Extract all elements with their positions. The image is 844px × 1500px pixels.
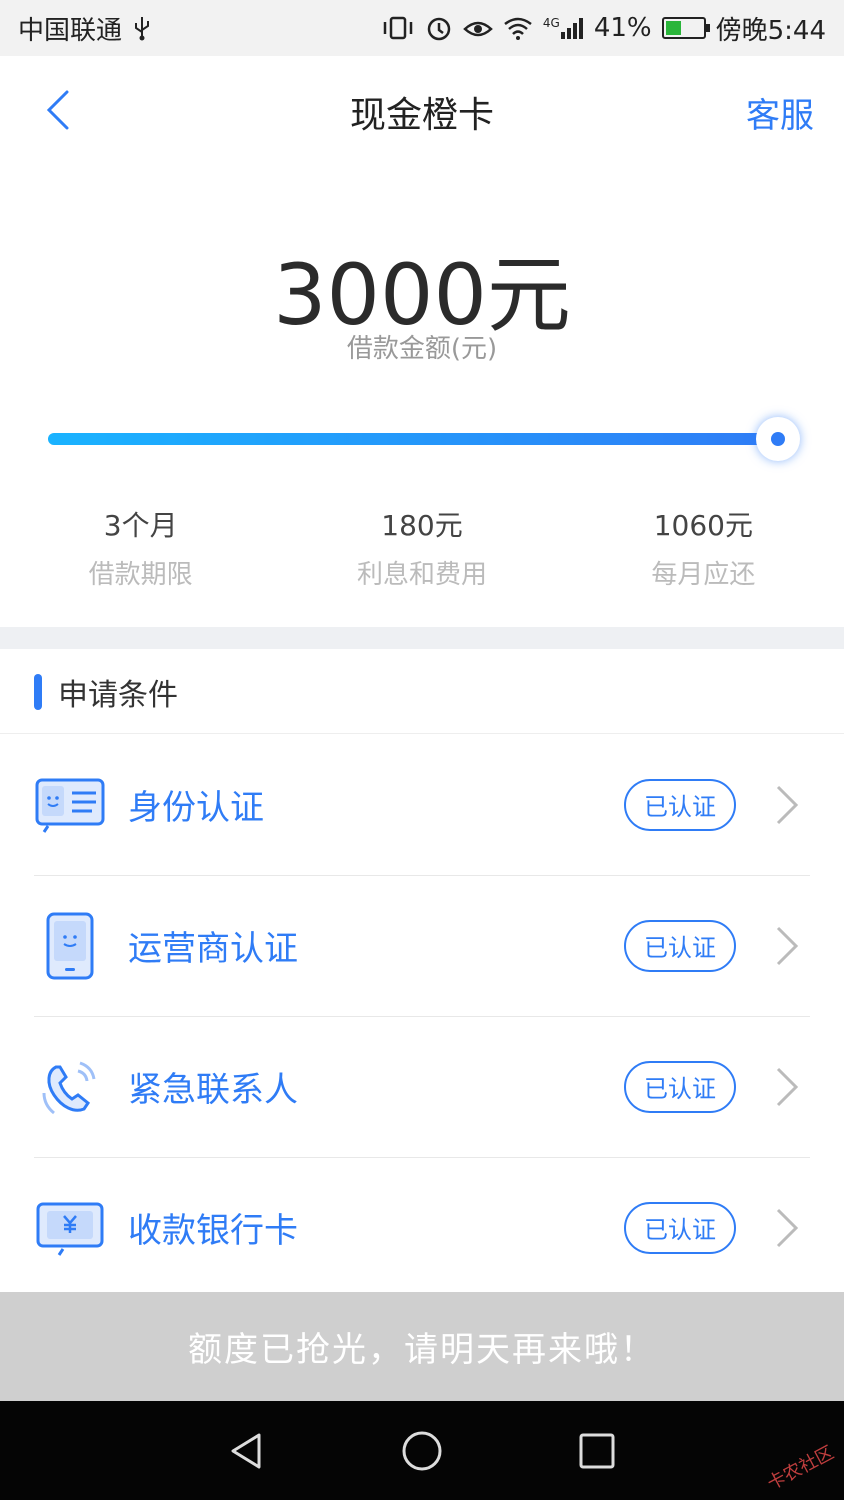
phone-icon xyxy=(34,910,106,982)
amount-slider[interactable] xyxy=(48,412,800,466)
section-divider xyxy=(0,627,844,649)
verified-badge: 已认证 xyxy=(624,919,736,972)
stat-label: 利息和费用 xyxy=(356,560,487,590)
stat-value: 180元 xyxy=(381,509,463,542)
conditions-list: 身份认证 已认证 运营商认证 已认证 紧急联系人 已认证 收款银行卡 已认证 xyxy=(0,734,844,1298)
id-card-icon xyxy=(34,769,106,841)
chevron-right-icon xyxy=(766,922,806,970)
battery-icon xyxy=(661,17,710,39)
telephone-icon xyxy=(34,1051,106,1123)
condition-identity[interactable]: 身份认证 已认证 xyxy=(0,734,844,875)
page-title: 现金橙卡 xyxy=(349,95,494,136)
stat-label: 借款期限 xyxy=(88,560,193,590)
vibrate-icon xyxy=(381,15,415,41)
stat-value: 1060元 xyxy=(653,509,753,542)
customer-service-button[interactable]: 客服 xyxy=(746,88,814,137)
nav-bar: 现金橙卡 客服 xyxy=(0,56,844,168)
loan-amount-label: 借款金额(元) xyxy=(346,334,498,364)
eye-comfort-icon xyxy=(463,17,493,39)
bank-card-icon xyxy=(34,1192,106,1264)
clock: 傍晚5:44 xyxy=(715,15,826,46)
stat-monthly-repayment: 1060元 每月应还 xyxy=(563,506,844,591)
signal-icon: 4G xyxy=(543,16,584,40)
watermark-logo: 卡农社区 xyxy=(763,1442,838,1495)
stat-value: 3个月 xyxy=(103,509,178,542)
slider-track xyxy=(48,433,778,445)
condition-bank-card[interactable]: 收款银行卡 已认证 xyxy=(0,1157,844,1298)
usb-icon xyxy=(132,15,152,41)
condition-label: 运营商认证 xyxy=(128,929,298,969)
loan-stats: 3个月 借款期限 180元 利息和费用 1060元 每月应还 xyxy=(0,506,844,591)
condition-label: 紧急联系人 xyxy=(128,1070,298,1110)
nav-home-button[interactable] xyxy=(392,1421,452,1481)
square-recents-icon xyxy=(579,1433,615,1468)
nav-back-button[interactable] xyxy=(217,1421,277,1481)
quota-exhausted-button[interactable]: 额度已抢光，请明天再来哦！ xyxy=(0,1292,844,1401)
triangle-back-icon xyxy=(231,1433,261,1468)
stat-interest: 180元 利息和费用 xyxy=(281,506,562,591)
stat-label: 每月应还 xyxy=(651,560,756,590)
battery-percent: 41% xyxy=(593,13,652,43)
chevron-right-icon xyxy=(766,1204,806,1252)
chevron-right-icon xyxy=(766,781,806,829)
network-type: 4G xyxy=(542,16,560,30)
chevron-left-icon xyxy=(46,90,69,130)
alarm-icon xyxy=(425,14,453,42)
carrier-name: 中国联通 xyxy=(18,15,123,46)
condition-emergency-contact[interactable]: 紧急联系人 已认证 xyxy=(0,1016,844,1157)
status-bar: 中国联通 4G 41% 傍晚5:44 xyxy=(0,0,844,56)
stat-term: 3个月 借款期限 xyxy=(0,506,281,591)
condition-label: 身份认证 xyxy=(128,788,264,828)
wifi-icon xyxy=(503,16,533,40)
verified-badge: 已认证 xyxy=(624,778,736,831)
chevron-right-icon xyxy=(766,1063,806,1111)
conditions-header: 申请条件 xyxy=(0,650,844,734)
condition-label: 收款银行卡 xyxy=(128,1211,298,1251)
slider-fill xyxy=(48,433,778,445)
nav-recents-button[interactable] xyxy=(567,1421,627,1481)
slider-thumb-dot xyxy=(771,432,785,446)
slider-thumb[interactable] xyxy=(756,417,800,461)
verified-badge: 已认证 xyxy=(624,1201,736,1254)
back-button[interactable] xyxy=(28,80,88,140)
section-title: 申请条件 xyxy=(58,677,178,713)
circle-home-icon xyxy=(402,1431,442,1470)
condition-carrier[interactable]: 运营商认证 已认证 xyxy=(0,875,844,1016)
system-nav-bar: 卡农社区 xyxy=(0,1401,844,1500)
verified-badge: 已认证 xyxy=(624,1060,736,1113)
section-accent-bar xyxy=(34,673,42,710)
